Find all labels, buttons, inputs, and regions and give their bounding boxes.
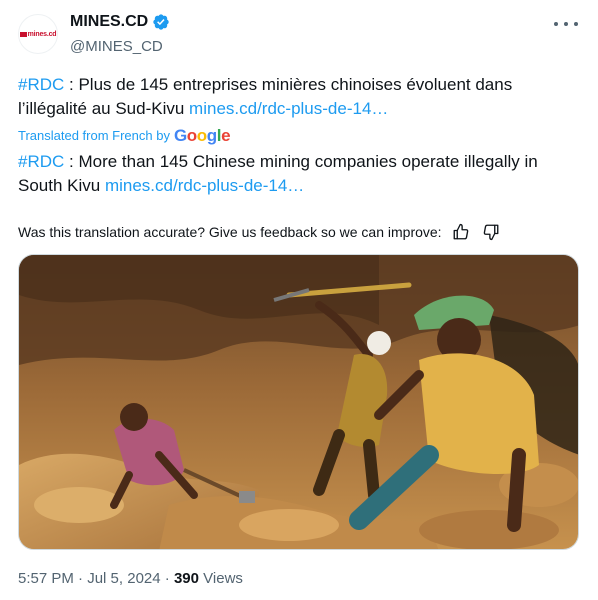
more-icon (554, 22, 558, 26)
article-link[interactable]: mines.cd/rdc-plus-de-14… (189, 99, 388, 118)
translation-feedback: Was this translation accurate? Give us f… (18, 222, 502, 242)
thumbs-down-button[interactable] (480, 222, 502, 242)
mining-photo-illustration (19, 255, 578, 549)
avatar-logo: mines.cd (19, 31, 57, 38)
avatar[interactable]: mines.cd (18, 14, 58, 54)
meta-separator: · (78, 570, 84, 587)
tweet-photo[interactable] (18, 254, 579, 550)
verified-badge-icon[interactable] (152, 13, 170, 31)
tweet-time[interactable]: 5:57 PM (18, 570, 74, 587)
tweet-date[interactable]: Jul 5, 2024 (87, 570, 160, 587)
feedback-prompt: Was this translation accurate? Give us f… (18, 224, 442, 240)
hashtag-link[interactable]: #RDC (18, 152, 64, 171)
author-handle[interactable]: @MINES_CD (70, 38, 163, 55)
views-label: Views (203, 570, 243, 587)
author-name-row: MINES.CD (70, 13, 170, 31)
tweet-translated-text: #RDC : More than 145 Chinese mining comp… (18, 150, 578, 198)
translation-label: Translated from French by (18, 128, 170, 143)
translated-by-label: Translated from French by Google (18, 126, 231, 145)
hashtag-link[interactable]: #RDC (18, 75, 64, 94)
thumbs-up-icon (453, 223, 468, 240)
views-count[interactable]: 390 (174, 570, 199, 587)
author-display-name[interactable]: MINES.CD (70, 13, 148, 31)
google-logo: Google (173, 126, 231, 145)
meta-separator: · (164, 570, 170, 587)
tweet-original-text: #RDC : Plus de 145 entreprises minières … (18, 73, 578, 121)
article-link[interactable]: mines.cd/rdc-plus-de-14… (105, 176, 304, 195)
tweet-meta: 5:57 PM · Jul 5, 2024 · 390 Views (18, 570, 243, 587)
tweet-card: mines.cd MINES.CD @MINES_CD #RDC : Plus … (0, 0, 598, 600)
thumbs-down-icon (483, 224, 499, 241)
thumbs-up-button[interactable] (450, 222, 472, 242)
more-options-button[interactable] (554, 14, 578, 34)
